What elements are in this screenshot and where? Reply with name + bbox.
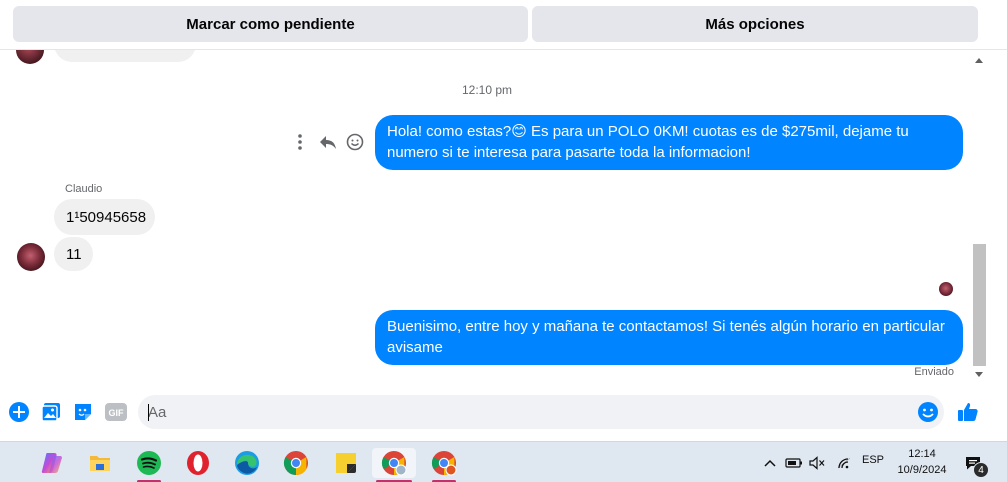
conversation-area: 12:10 pm Hola! como estas?😊 Es para un P…	[0, 50, 990, 388]
message-timestamp: 12:10 pm	[461, 83, 513, 97]
chat-scrollbar[interactable]	[972, 56, 987, 382]
sender-name: Claudio	[65, 183, 103, 195]
windows-taskbar: ESP 12:14 10/9/2024 4	[0, 441, 1007, 482]
message-input-box[interactable]	[138, 395, 944, 429]
notification-count-badge: 4	[973, 462, 989, 478]
edge-icon[interactable]	[231, 448, 263, 478]
chrome-profile-2-icon[interactable]	[428, 448, 460, 482]
outgoing-message[interactable]: Hola! como estas?😊 Es para un POLO 0KM! …	[375, 115, 963, 170]
message-bubble-partial	[54, 50, 196, 62]
outgoing-message[interactable]: Buenisimo, entre hoy y mañana te contact…	[375, 310, 963, 365]
spotify-icon[interactable]	[133, 448, 165, 482]
clock-date: 10/9/2024	[897, 464, 947, 476]
thumbs-up-icon[interactable]	[956, 400, 980, 424]
message-input[interactable]	[148, 395, 908, 429]
react-emoji-icon[interactable]	[345, 132, 365, 152]
chrome-icon[interactable]	[280, 448, 312, 478]
scroll-down-arrow-icon[interactable]	[975, 372, 983, 377]
sticky-notes-icon[interactable]	[330, 448, 362, 478]
emoji-icon[interactable]	[917, 401, 939, 423]
svg-text:GIF: GIF	[109, 408, 125, 418]
widgets-icon[interactable]	[0, 448, 8, 478]
scroll-thumb[interactable]	[973, 244, 986, 366]
plus-circle-icon[interactable]	[8, 401, 30, 423]
reply-icon[interactable]	[318, 132, 338, 152]
sticker-icon[interactable]	[72, 401, 94, 423]
more-actions-icon[interactable]	[290, 132, 310, 152]
photo-icon[interactable]	[40, 401, 62, 423]
file-explorer-icon[interactable]	[84, 448, 116, 478]
clock-time: 12:14	[908, 448, 936, 460]
volume-muted-icon[interactable]	[806, 448, 828, 478]
mark-pending-button[interactable]: Marcar como pendiente	[13, 6, 528, 42]
messenger-window: Marcar como pendiente Más opciones 12:10…	[0, 0, 1007, 482]
incoming-message[interactable]: 1¹50945658	[54, 199, 155, 235]
message-composer: GIF	[0, 388, 1007, 436]
avatar[interactable]	[17, 243, 45, 271]
opera-icon[interactable]	[182, 448, 214, 478]
chrome-profile-icon[interactable]	[372, 448, 416, 482]
text-caret	[148, 404, 149, 421]
input-language[interactable]: ESP	[862, 454, 884, 466]
message-status: Enviado	[914, 366, 954, 378]
system-clock[interactable]: 12:14 10/9/2024	[893, 446, 951, 478]
gif-icon[interactable]: GIF	[104, 401, 128, 423]
wifi-icon[interactable]	[833, 448, 855, 478]
avatar	[16, 50, 44, 64]
seen-indicator-avatar	[939, 282, 953, 296]
top-action-bar: Marcar como pendiente Más opciones	[0, 0, 1007, 50]
more-options-button[interactable]: Más opciones	[532, 6, 978, 42]
copilot-icon[interactable]	[36, 448, 68, 478]
battery-icon[interactable]	[783, 448, 805, 478]
scroll-up-arrow-icon[interactable]	[975, 58, 983, 63]
incoming-message[interactable]: 11	[54, 237, 93, 271]
show-hidden-icons-chevron-icon[interactable]	[760, 448, 780, 478]
